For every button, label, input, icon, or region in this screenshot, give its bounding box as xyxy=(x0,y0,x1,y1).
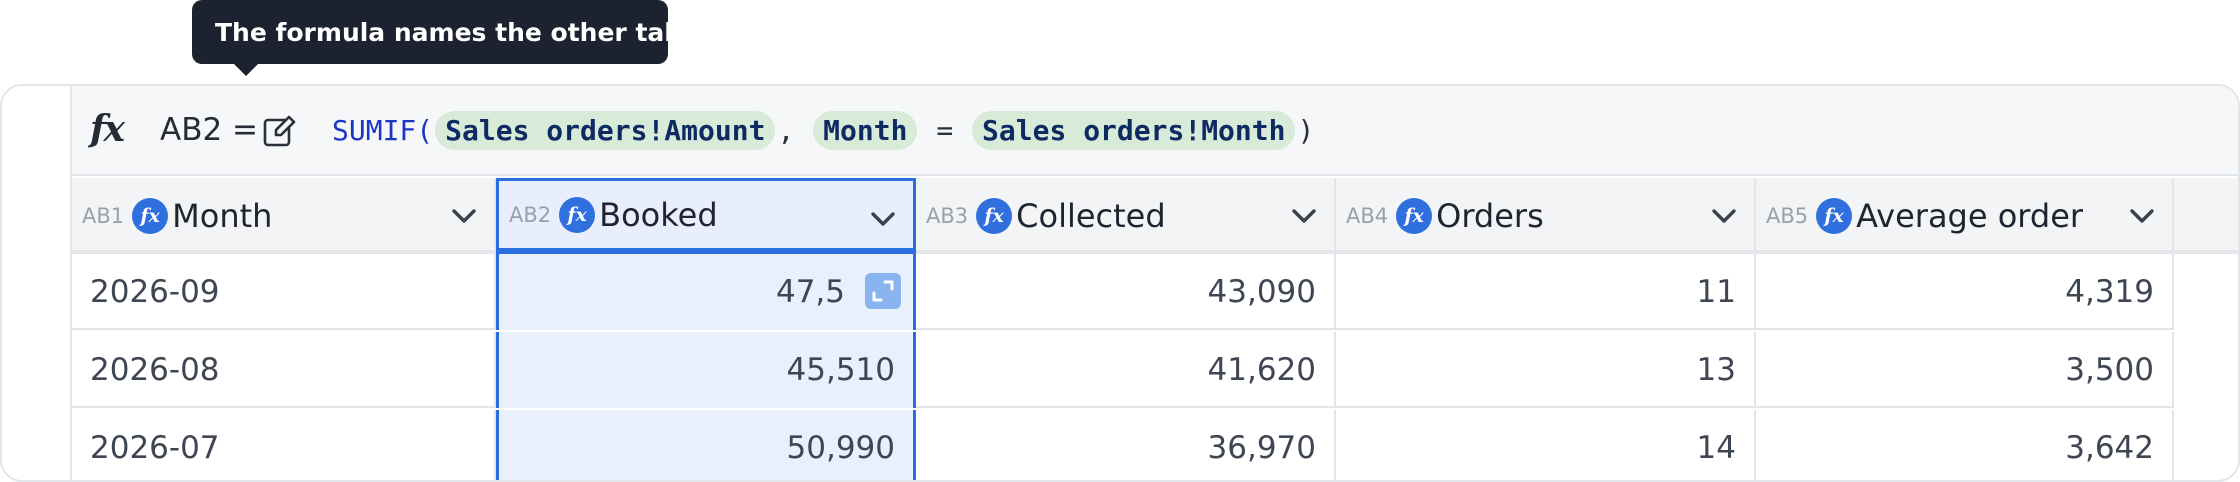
column-name: Booked xyxy=(599,195,718,234)
column-id: AB1 xyxy=(82,204,125,228)
formula-column-icon: fx xyxy=(1816,198,1853,234)
column-header-orders[interactable]: AB4 fx Orders xyxy=(1336,178,1756,254)
column-id: AB2 xyxy=(509,202,552,227)
cell-reference: AB2 = xyxy=(160,112,259,148)
cell-average-order[interactable]: 3,642 xyxy=(1756,410,2174,480)
tooltip-arrow xyxy=(232,62,260,76)
column-header-booked[interactable]: AB2 fx Booked xyxy=(496,178,916,254)
column-name: Collected xyxy=(1016,197,1166,235)
expand-icon[interactable] xyxy=(865,273,901,309)
column-id: AB3 xyxy=(926,204,969,228)
cell-month[interactable]: 2026-09 xyxy=(72,254,496,330)
chevron-down-icon[interactable] xyxy=(1710,204,1738,228)
column-name: Month xyxy=(172,197,273,235)
formula-token-sales-month[interactable]: Sales orders!Month xyxy=(972,110,1296,150)
formula-column-icon: fx xyxy=(559,196,596,233)
cell-average-order[interactable]: 4,319 xyxy=(1756,254,2174,330)
cell-average-order[interactable]: 3,500 xyxy=(1756,332,2174,408)
edit-icon[interactable] xyxy=(262,114,296,148)
cell-month[interactable]: 2026-08 xyxy=(72,332,496,408)
cell-orders[interactable]: 13 xyxy=(1336,332,1756,408)
cell-booked[interactable]: 45,510 xyxy=(496,332,916,408)
table-row: 2026-07 50,990 36,970 14 3,642 xyxy=(72,410,2174,480)
chevron-down-icon[interactable] xyxy=(450,204,478,228)
cell-collected[interactable]: 36,970 xyxy=(916,410,1336,480)
table-body: 2026-09 47,5 43,090 11 4,319 2026-08 45,… xyxy=(72,254,2238,480)
formula-column-icon: fx xyxy=(132,198,169,234)
column-id: AB5 xyxy=(1766,204,1809,228)
cell-booked-value: 47,5 xyxy=(775,274,845,310)
sheet-frame: fx AB2 = SUMIF(Sales orders!Amount, Mont… xyxy=(0,84,2240,482)
formula-token-month[interactable]: Month xyxy=(813,110,918,150)
formula-text[interactable]: SUMIF(Sales orders!Amount, Month = Sales… xyxy=(332,108,1314,152)
column-header-average-order[interactable]: AB5 fx Average order xyxy=(1756,178,2174,254)
cell-orders[interactable]: 14 xyxy=(1336,410,1756,480)
function-icon: fx xyxy=(90,108,125,150)
row-gutter xyxy=(2,86,72,480)
formula-operator: = xyxy=(936,113,954,147)
tooltip-text: The formula names the other table xyxy=(215,17,708,47)
cell-collected[interactable]: 41,620 xyxy=(916,332,1336,408)
cell-month[interactable]: 2026-07 xyxy=(72,410,496,480)
column-id: AB4 xyxy=(1346,204,1389,228)
formula-column-icon: fx xyxy=(1396,198,1433,234)
formula-column-icon: fx xyxy=(976,198,1013,234)
cell-booked[interactable]: 47,5 xyxy=(496,254,916,330)
chevron-down-icon[interactable] xyxy=(1290,204,1318,228)
column-header-collected[interactable]: AB3 fx Collected xyxy=(916,178,1336,254)
cell-orders[interactable]: 11 xyxy=(1336,254,1756,330)
formula-separator: , xyxy=(777,113,795,147)
cell-collected[interactable]: 43,090 xyxy=(916,254,1336,330)
table-row: 2026-08 45,510 41,620 13 3,500 xyxy=(72,332,2174,408)
table-row: 2026-09 47,5 43,090 11 4,319 xyxy=(72,254,2174,330)
chevron-down-icon[interactable] xyxy=(2128,204,2156,228)
formula-bar[interactable]: fx AB2 = SUMIF(Sales orders!Amount, Mont… xyxy=(72,86,2238,176)
cell-booked[interactable]: 50,990 xyxy=(496,410,916,480)
column-header-month[interactable]: AB1 fx Month xyxy=(72,178,496,254)
tooltip: The formula names the other table xyxy=(192,0,708,64)
formula-function: SUMIF( xyxy=(332,113,434,147)
formula-token-amount[interactable]: Sales orders!Amount xyxy=(435,110,776,150)
column-name: Average order xyxy=(1856,197,2084,235)
chevron-down-icon[interactable] xyxy=(869,207,897,231)
formula-close-paren: ) xyxy=(1297,113,1315,147)
column-header-row: AB1 fx Month AB2 fx Booked AB3 fx Collec… xyxy=(72,178,2238,254)
column-name: Orders xyxy=(1436,197,1544,235)
